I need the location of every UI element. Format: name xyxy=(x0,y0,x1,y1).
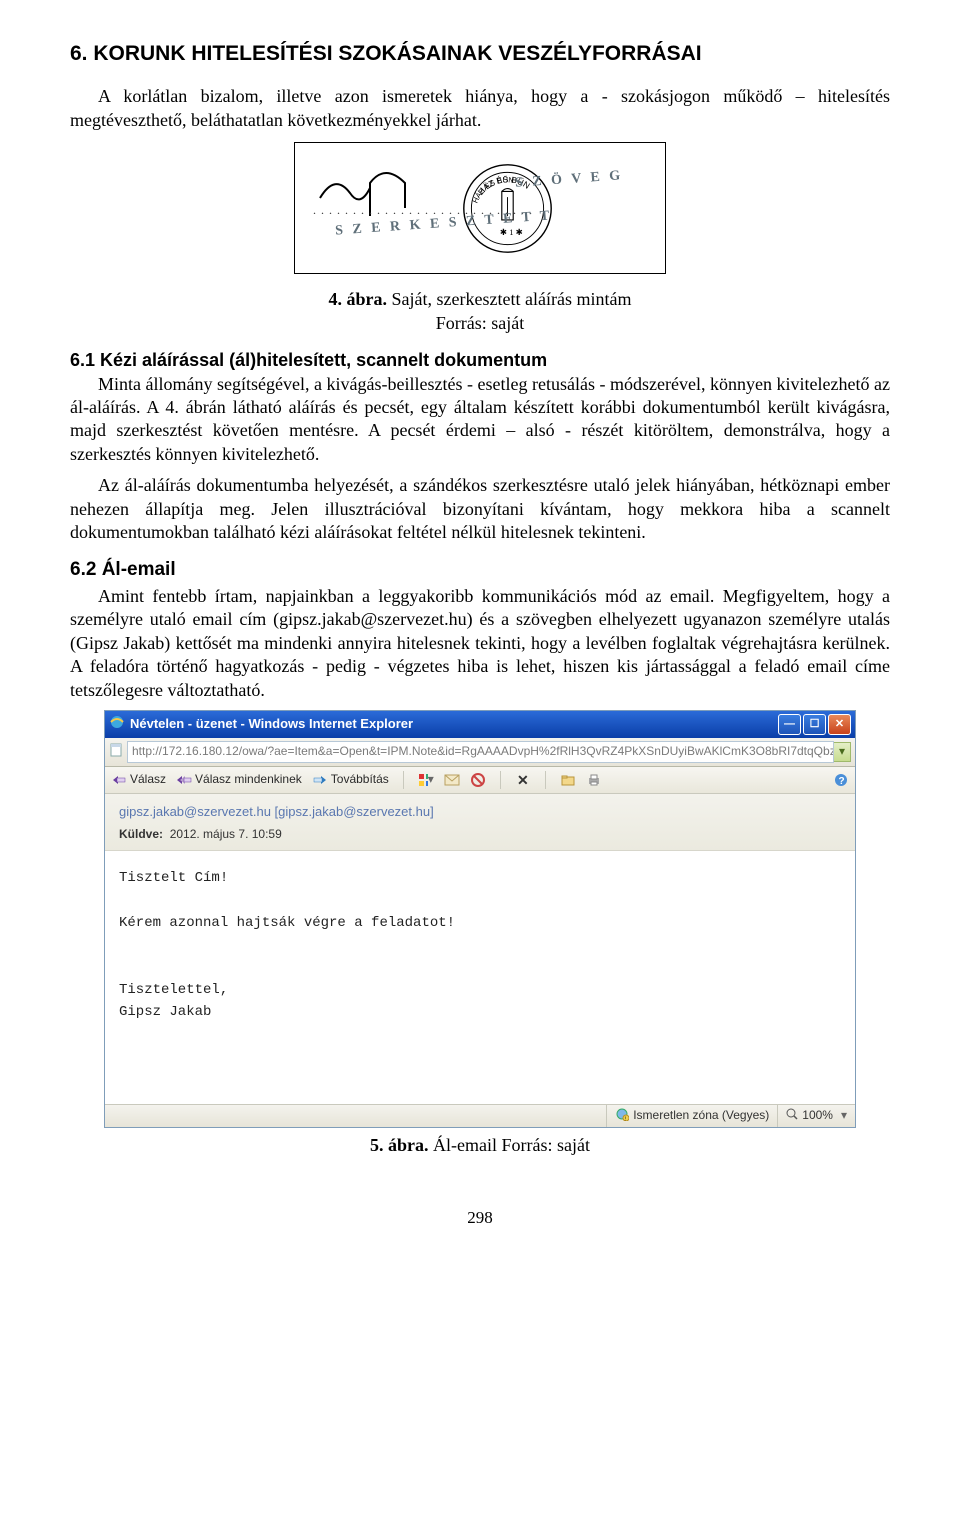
section-62-paragraph: Amint fentebb írtam, napjainkban a leggy… xyxy=(70,585,890,702)
ie-icon xyxy=(109,714,125,735)
forward-label: Továbbítás xyxy=(331,772,389,788)
window-minimize-button[interactable]: — xyxy=(778,714,801,735)
reply-all-label: Válasz mindenkinek xyxy=(195,772,302,788)
svg-text:?: ? xyxy=(839,776,845,787)
reply-all-icon xyxy=(176,772,192,788)
para-62-text: Amint fentebb írtam, napjainkban a leggy… xyxy=(70,586,890,700)
heading-62: 6.2 Ál-email xyxy=(70,558,890,583)
intro-paragraph: A korlátlan bizalom, illetve azon ismere… xyxy=(70,85,890,132)
status-zoom[interactable]: 100% ▾ xyxy=(777,1105,855,1127)
toolbar-separator xyxy=(403,771,404,789)
window-titlebar: Névtelen - üzenet - Windows Internet Exp… xyxy=(105,711,855,738)
figure-4-caption: 4. ábra. Saját, szerkesztett aláírás min… xyxy=(70,288,890,335)
caption-5-label: 5. ábra. xyxy=(370,1135,429,1155)
status-zone-text: Ismeretlen zóna (Vegyes) xyxy=(633,1108,769,1124)
para-61-text: Minta állomány segítségével, a kivágás-b… xyxy=(70,374,890,464)
reply-label: Válasz xyxy=(130,772,166,788)
body-greeting: Tisztelt Cím! xyxy=(119,867,841,889)
reply-all-button[interactable]: Válasz mindenkinek xyxy=(176,772,302,788)
url-dropdown-button[interactable]: ▾ xyxy=(834,742,851,762)
globe-warning-icon: ! xyxy=(615,1107,629,1126)
categories-icon[interactable]: ▾ xyxy=(418,772,434,788)
page-number: 298 xyxy=(70,1207,890,1229)
help-icon[interactable]: ? xyxy=(833,772,849,788)
email-screenshot: Névtelen - üzenet - Windows Internet Exp… xyxy=(104,710,856,1128)
zoom-icon xyxy=(786,1108,798,1125)
zoom-value: 100% xyxy=(802,1108,833,1124)
figure-5-caption: 5. ábra. Ál-email Forrás: saját xyxy=(70,1134,890,1157)
svg-text:!: ! xyxy=(625,1116,626,1121)
para-61b-text: Az ál-aláírás dokumentumba helyezését, a… xyxy=(70,475,890,542)
url-field[interactable]: http://172.16.180.12/owa/?ae=Item&a=Open… xyxy=(127,741,834,763)
toolbar-separator xyxy=(545,771,546,789)
section-61-paragraph: 6.1 Kézi aláírással (ál)hitelesített, sc… xyxy=(70,349,890,466)
window-maximize-button[interactable]: ☐ xyxy=(803,714,826,735)
status-bar: ! Ismeretlen zóna (Vegyes) 100% ▾ xyxy=(105,1104,855,1127)
email-from: gipsz.jakab@szervezet.hu [gipsz.jakab@sz… xyxy=(119,804,841,821)
move-icon[interactable] xyxy=(560,772,576,788)
page-icon xyxy=(109,743,123,762)
reply-button[interactable]: Válasz xyxy=(111,772,166,788)
caption-5-text: Ál-email Forrás: saját xyxy=(429,1135,590,1155)
toolbar-separator xyxy=(500,771,501,789)
email-body: Tisztelt Cím! Kérem azonnal hajtsák végr… xyxy=(105,851,855,1104)
status-zone: ! Ismeretlen zóna (Vegyes) xyxy=(606,1105,777,1127)
email-sent-line: Küldve: 2012. május 7. 10:59 xyxy=(119,827,841,843)
mail-toolbar: Válasz Válasz mindenkinek Továbbítás ▾ ✕… xyxy=(105,767,855,794)
sent-value: 2012. május 7. 10:59 xyxy=(170,827,282,841)
sent-label: Küldve: xyxy=(119,827,163,841)
section-61b-paragraph: Az ál-aláírás dokumentumba helyezését, a… xyxy=(70,474,890,544)
reply-icon xyxy=(111,772,127,788)
email-header: gipsz.jakab@szervezet.hu [gipsz.jakab@sz… xyxy=(105,794,855,851)
print-icon[interactable] xyxy=(586,772,602,788)
body-closing-1: Tisztelettel, xyxy=(119,979,841,1001)
caption-4-source: Forrás: saját xyxy=(436,313,524,333)
heading-61-runin: 6.1 Kézi aláírással (ál)hitelesített, sc… xyxy=(70,350,547,370)
forward-icon xyxy=(312,772,328,788)
caption-4-text: Saját, szerkesztett aláírás mintám xyxy=(387,289,631,309)
forward-button[interactable]: Továbbítás xyxy=(312,772,389,788)
envelope-icon[interactable] xyxy=(444,772,460,788)
signature-sample-box: HÁZ ÉS BŰN HÁZ ÉS BŰN ✱ 1 ✱ . . . . . . … xyxy=(294,142,666,274)
body-closing-2: Gipsz Jakab xyxy=(119,1001,841,1023)
figure-4-wrapper: HÁZ ÉS BŰN HÁZ ÉS BŰN ✱ 1 ✱ . . . . . . … xyxy=(70,142,890,280)
intro-text: A korlátlan bizalom, illetve azon ismere… xyxy=(70,86,890,129)
junk-icon[interactable] xyxy=(470,772,486,788)
body-line: Kérem azonnal hajtsák végre a feladatot! xyxy=(119,912,841,934)
section-heading-6: 6. KORUNK HITELESÍTÉSI SZOKÁSAINAK VESZÉ… xyxy=(70,40,890,67)
caption-4-label: 4. ábra. xyxy=(329,289,388,309)
window-close-button[interactable]: ✕ xyxy=(828,714,851,735)
window-title-text: Névtelen - üzenet - Windows Internet Exp… xyxy=(130,716,413,733)
address-bar: http://172.16.180.12/owa/?ae=Item&a=Open… xyxy=(105,738,855,767)
delete-icon[interactable]: ✕ xyxy=(515,772,531,788)
